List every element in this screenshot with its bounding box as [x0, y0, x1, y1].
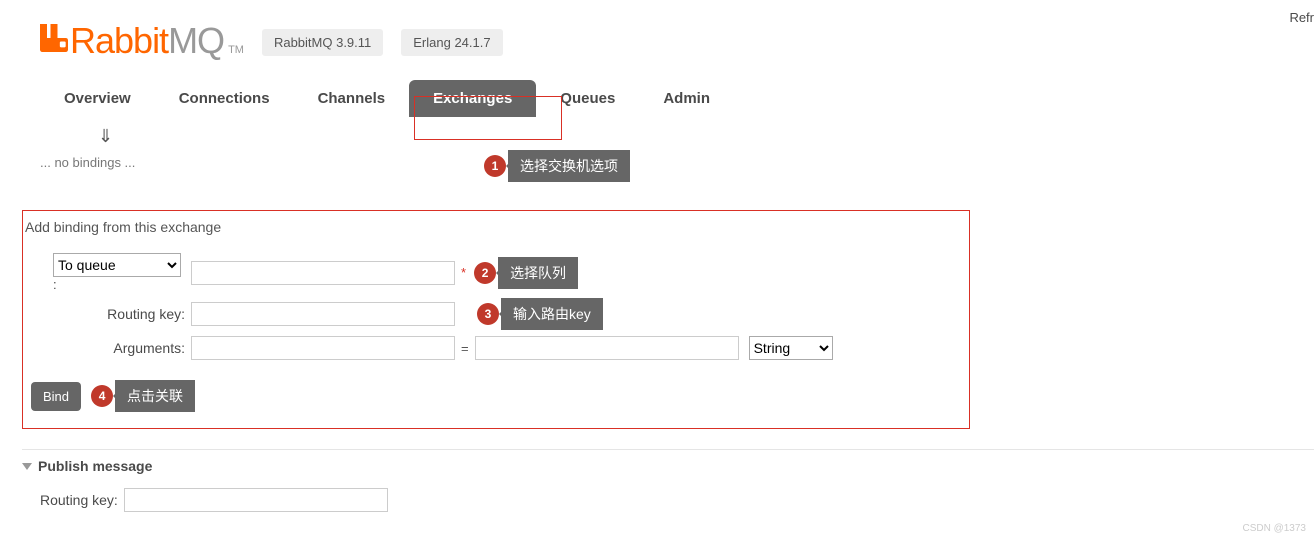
routing-key-row: Routing key: 3 输入路由key — [31, 298, 969, 330]
tab-overview[interactable]: Overview — [40, 80, 155, 117]
callout-4-text: 点击关联 — [115, 380, 195, 412]
refresh-link[interactable]: Refr — [1289, 10, 1314, 25]
equals-sign: = — [461, 341, 469, 356]
logo: RabbitMQ TM — [40, 20, 244, 62]
destination-type-select[interactable]: To queue — [53, 253, 181, 277]
publish-section: Publish message Routing key: — [22, 449, 1314, 520]
add-binding-section: Add binding from this exchange To queue … — [22, 210, 970, 429]
no-bindings-text: ... no bindings ... — [40, 155, 1314, 170]
rabbitmq-logo-icon — [40, 23, 68, 53]
arguments-label: Arguments: — [31, 340, 191, 356]
tab-connections[interactable]: Connections — [155, 80, 294, 117]
logo-text-mq: MQ — [168, 20, 224, 61]
callout-3-text: 输入路由key — [501, 298, 603, 330]
erlang-badge: Erlang 24.1.7 — [401, 29, 502, 56]
header: RabbitMQ TM RabbitMQ 3.9.11 Erlang 24.1.… — [0, 0, 1314, 62]
arrow-down-icon: ⇓ — [98, 126, 1314, 147]
publish-routing-key-label: Routing key: — [40, 492, 118, 508]
destination-input[interactable] — [191, 261, 455, 285]
publish-title: Publish message — [38, 458, 152, 474]
routing-key-input[interactable] — [191, 302, 455, 326]
add-binding-title: Add binding from this exchange — [25, 219, 969, 235]
publish-routing-key-input[interactable] — [124, 488, 388, 512]
publish-form: Routing key: — [40, 488, 1314, 512]
argument-type-select[interactable]: String — [749, 336, 833, 360]
callout-1-text: 选择交换机选项 — [508, 150, 630, 182]
version-badge: RabbitMQ 3.9.11 — [262, 29, 383, 56]
binding-destination-row: To queue : * 2 选择队列 — [31, 253, 969, 292]
bind-button[interactable]: Bind — [31, 382, 81, 411]
argument-value-input[interactable] — [475, 336, 739, 360]
nav-tabs: Overview Connections Channels Exchanges … — [40, 80, 1274, 118]
logo-tm: TM — [228, 44, 244, 56]
tab-exchanges[interactable]: Exchanges — [409, 80, 536, 117]
callout-3: 3 输入路由key — [477, 298, 603, 330]
chevron-down-icon — [22, 463, 32, 470]
tab-admin[interactable]: Admin — [639, 80, 734, 117]
watermark: CSDN @1373 — [1242, 523, 1306, 534]
tab-queues[interactable]: Queues — [536, 80, 639, 117]
tab-channels[interactable]: Channels — [294, 80, 410, 117]
logo-text-rabbit: Rabbit — [70, 20, 168, 61]
arguments-row: Arguments: = String — [31, 336, 969, 360]
callout-4: 4 点击关联 — [91, 380, 195, 412]
required-star: * — [461, 265, 466, 280]
callout-1: 1 选择交换机选项 — [484, 150, 630, 182]
colon: : — [53, 277, 57, 292]
callout-2: 2 选择队列 — [474, 257, 578, 289]
publish-toggle[interactable]: Publish message — [22, 458, 1314, 474]
callout-2-text: 选择队列 — [498, 257, 578, 289]
argument-key-input[interactable] — [191, 336, 455, 360]
routing-key-label: Routing key: — [31, 306, 191, 322]
